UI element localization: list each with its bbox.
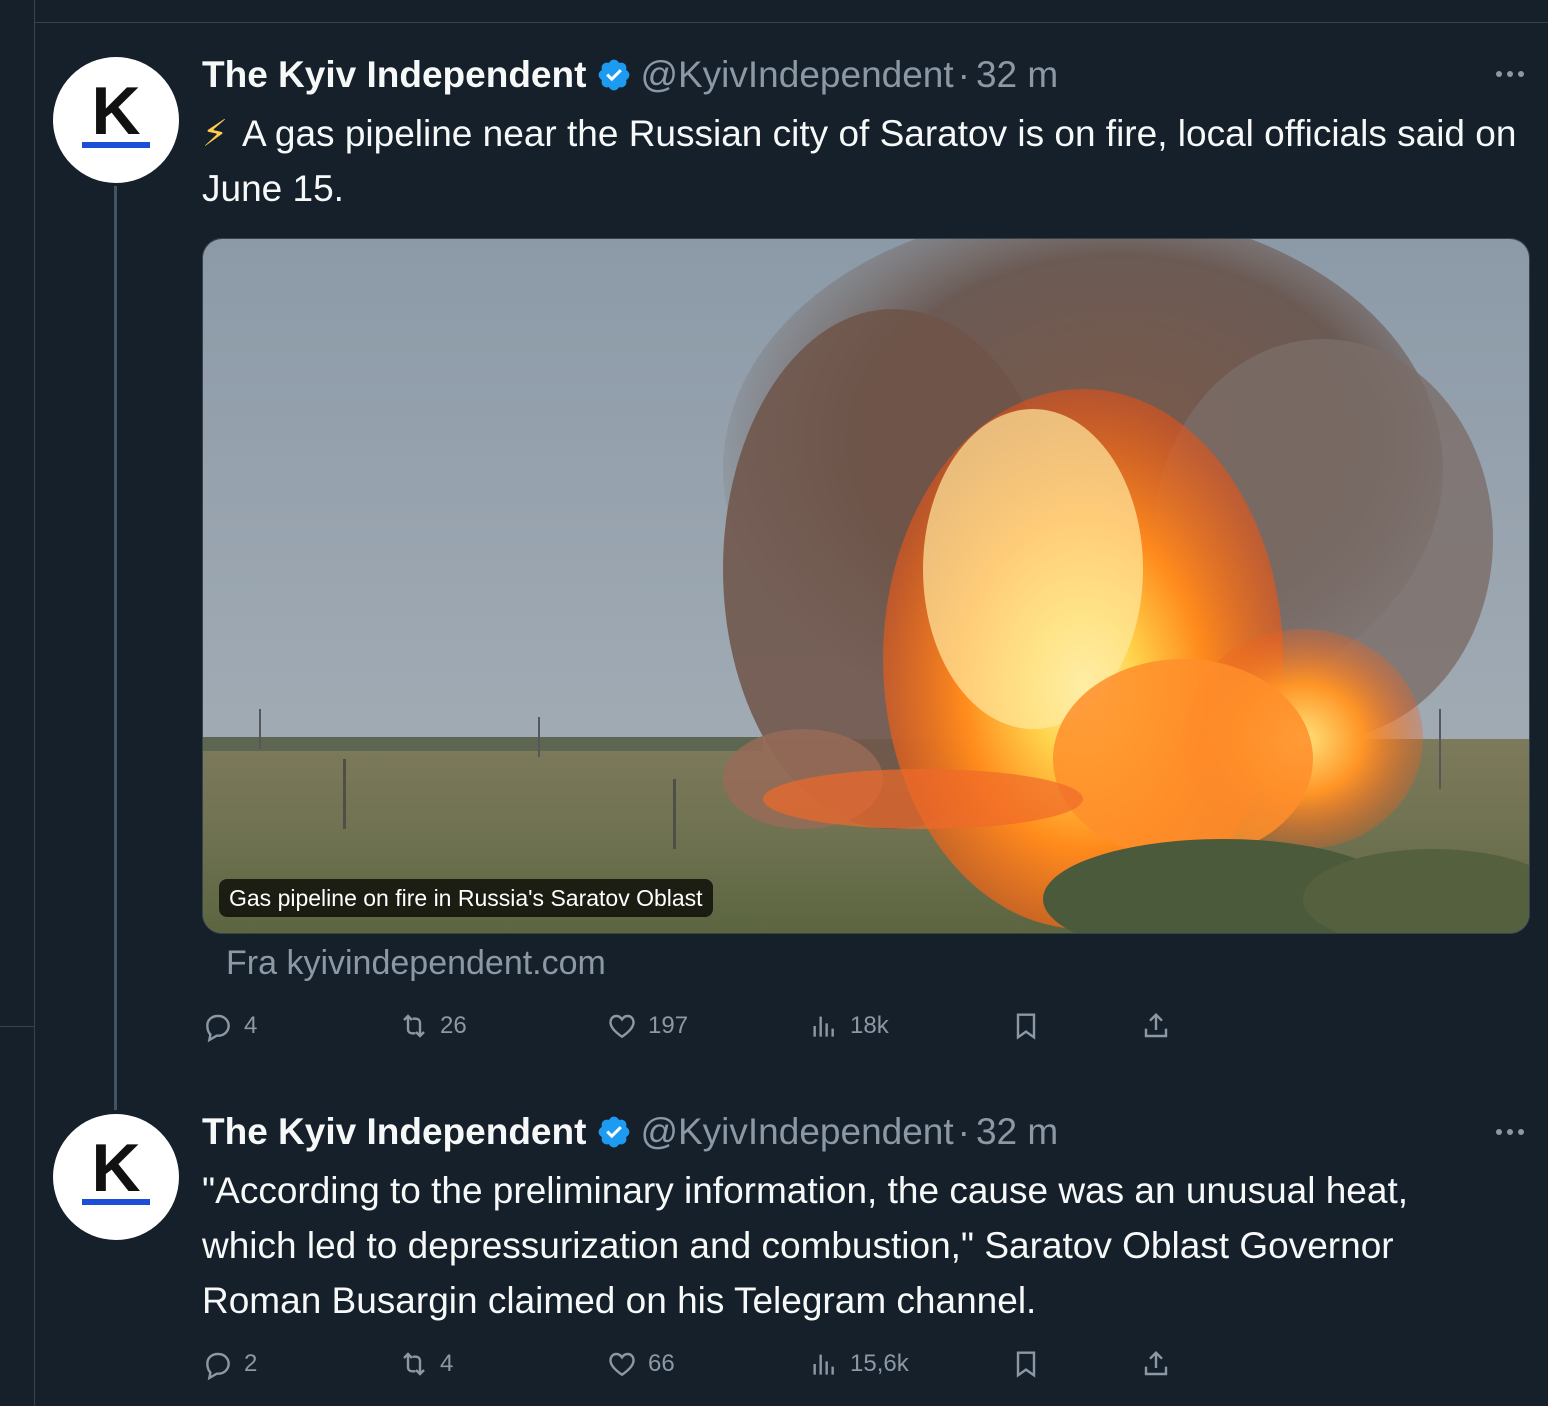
author-handle[interactable]: @KyivIndependent — [640, 1111, 953, 1153]
reply-icon — [206, 1352, 230, 1380]
bookmark-icon — [1016, 1351, 1036, 1378]
more-icon[interactable] — [1490, 1122, 1530, 1142]
repost-count: 26 — [440, 1012, 467, 1039]
share-icon — [1144, 1350, 1168, 1376]
verified-badge-icon[interactable] — [596, 57, 632, 93]
author-name[interactable]: The Kyiv Independent — [202, 54, 586, 96]
share-button[interactable] — [1140, 1344, 1182, 1384]
bookmark-button[interactable] — [1010, 1344, 1052, 1384]
verified-badge-icon[interactable] — [596, 1114, 632, 1150]
like-button[interactable]: 197 — [606, 1006, 688, 1046]
link-source[interactable]: Fra kyivindependent.com — [226, 940, 606, 986]
tweet-actions: 2 4 66 15,6k — [202, 1344, 1202, 1384]
like-icon — [609, 1352, 635, 1377]
like-count: 197 — [648, 1012, 689, 1039]
reply-icon — [206, 1014, 230, 1042]
repost-icon — [403, 1014, 425, 1038]
tweet-body: "According to the preliminary informatio… — [202, 1170, 1409, 1321]
avatar-letter: K — [91, 73, 141, 149]
bookmark-icon — [1016, 1013, 1036, 1040]
author-name[interactable]: The Kyiv Independent — [202, 1111, 586, 1153]
author-handle[interactable]: @KyivIndependent — [640, 54, 953, 96]
separator-dot: · — [957, 1111, 970, 1152]
tweet-text: ⚡ A gas pipeline near the Russian city of… — [202, 106, 1522, 216]
repost-button[interactable]: 4 — [398, 1344, 453, 1384]
views-button[interactable]: 15,6k — [808, 1344, 909, 1384]
media-caption: Gas pipeline on fire in Russia's Saratov… — [219, 879, 713, 917]
reply-count: 2 — [244, 1350, 258, 1377]
separator-dot: · — [957, 54, 970, 95]
timeline: K The Kyiv Independent @KyivIndependent … — [0, 0, 1548, 1406]
view-count: 15,6k — [850, 1350, 909, 1377]
tweet-media-card[interactable]: Gas pipeline on fire in Russia's Saratov… — [202, 238, 1530, 934]
bookmark-button[interactable] — [1010, 1006, 1052, 1046]
like-button[interactable]: 66 — [606, 1344, 675, 1384]
top-divider — [34, 22, 1548, 23]
like-count: 66 — [648, 1350, 675, 1377]
avatar-underline — [82, 1199, 150, 1205]
views-icon — [813, 1354, 834, 1375]
tweet-header: The Kyiv Independent @KyivIndependent · … — [202, 52, 1058, 98]
author-avatar[interactable]: K — [53, 1114, 179, 1240]
reply-button[interactable]: 4 — [202, 1006, 257, 1046]
views-icon — [813, 1016, 834, 1037]
fire-photo — [203, 239, 1529, 933]
thread-connector-line — [114, 186, 117, 1110]
side-divider — [0, 1026, 34, 1027]
lightning-icon: ⚡ — [202, 113, 228, 154]
more-icon[interactable] — [1490, 64, 1530, 84]
like-icon — [609, 1014, 635, 1039]
share-icon — [1144, 1012, 1168, 1038]
repost-icon — [403, 1352, 425, 1376]
reply-count: 4 — [244, 1012, 258, 1039]
tweet-actions: 4 26 197 18k — [202, 1006, 1202, 1046]
author-avatar[interactable]: K — [53, 57, 179, 183]
avatar-underline — [82, 142, 150, 148]
views-button[interactable]: 18k — [808, 1006, 889, 1046]
tweet-header: The Kyiv Independent @KyivIndependent · … — [202, 1109, 1058, 1155]
repost-count: 4 — [440, 1350, 454, 1377]
timestamp[interactable]: 32 m — [976, 54, 1058, 96]
share-button[interactable] — [1140, 1006, 1182, 1046]
tweet-body: A gas pipeline near the Russian city of … — [202, 113, 1517, 209]
reply-button[interactable]: 2 — [202, 1344, 257, 1384]
repost-button[interactable]: 26 — [398, 1006, 467, 1046]
view-count: 18k — [850, 1012, 889, 1039]
timestamp[interactable]: 32 m — [976, 1111, 1058, 1153]
column-border — [34, 0, 35, 1406]
avatar-letter: K — [91, 1130, 141, 1206]
